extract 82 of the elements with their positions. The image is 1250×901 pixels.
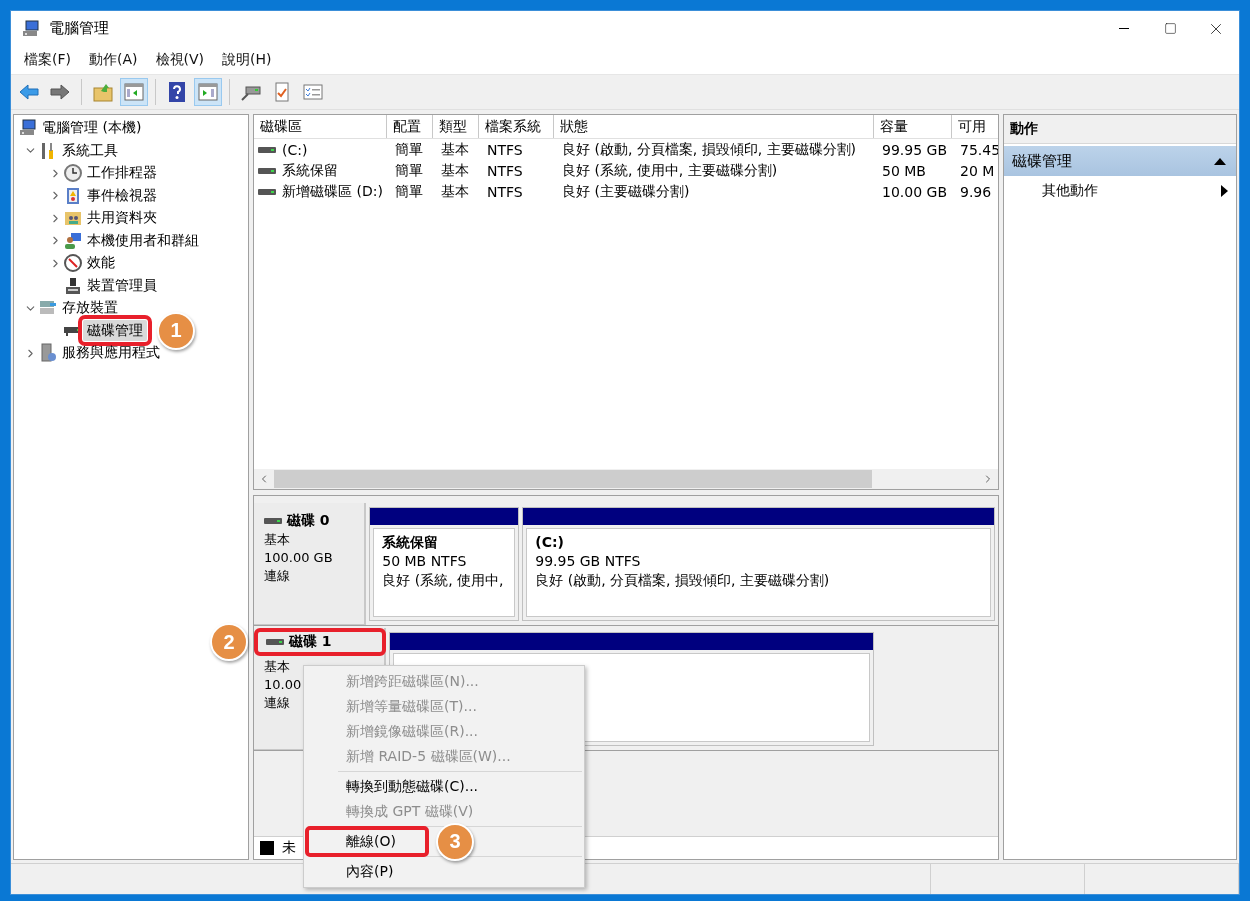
horizontal-scrollbar[interactable] [254,469,998,489]
step-badge: 3 [436,822,474,861]
disk-card[interactable]: 磁碟 0 基本 100.00 GB 連線 [254,503,367,625]
action-pane-icon [197,81,219,103]
partition-name: 系統保留 [382,533,439,552]
help-icon [166,81,188,103]
maximize-icon [1163,22,1177,35]
tree-item[interactable]: 事件檢視器 [83,185,161,207]
tree-item[interactable]: 共用資料夾 [83,207,161,229]
disk-status: 連線 [263,567,290,585]
table-cell: 簡單 [395,140,423,159]
actions-title: 動作 [1004,115,1236,144]
table-cell: 20 M [960,162,995,179]
partition-block[interactable]: (C:) 99.95 GB NTFS 良好 (啟動, 分頁檔案, 損毀傾印, 主要磁碟分割) [522,507,995,621]
partition-status: 良好 (系統, 使用中, [382,571,504,590]
users-icon [63,230,83,251]
table-cell: (C:) [282,141,308,158]
tree-item[interactable]: 存放裝置 [58,297,122,319]
actions-section[interactable]: 磁碟管理 [1004,146,1236,176]
menu-item[interactable]: 檔案(F) [15,51,80,69]
clock-icon [63,163,83,184]
minimize-icon [1119,28,1129,29]
submenu-arrow-icon [1221,185,1228,197]
drive-icon [266,638,284,646]
tree-pane-icon [123,81,145,103]
disk-name: 磁碟 0 [254,511,330,531]
table-cell: 基本 [441,140,469,159]
section-title: 磁碟管理 [1012,151,1072,171]
computer-icon [21,18,41,39]
table-cell: 9.96 [960,183,992,200]
device-icon [63,275,83,296]
window-title: 電腦管理 [49,19,110,38]
tree-item[interactable]: 效能 [83,252,119,274]
table-cell: 良好 (啟動, 分頁檔案, 損毀傾印, 主要磁碟分割) [562,140,857,159]
partition-size: 99.95 GB NTFS [535,552,641,571]
drive-icon [258,145,276,154]
checklist-icon [302,81,324,103]
table-cell: 簡單 [395,161,423,180]
table-cell: NTFS [487,162,523,179]
tree-item[interactable]: 電腦管理 (本機) [38,117,146,139]
table-cell: 良好 (系統, 使用中, 主要磁碟分割) [562,161,778,180]
disk-type: 基本 [263,658,290,676]
drive-icon [264,517,282,525]
table-cell: 簡單 [395,182,423,201]
menu-item[interactable]: 內容(P) [304,859,584,884]
disk-type: 基本 [263,531,290,549]
partition-block[interactable]: 系統保留 50 MB NTFS 良好 (系統, 使用中, [369,507,520,621]
action-label: 其他動作 [1042,182,1098,200]
table-cell: 50 MB [882,162,926,179]
table-cell: 基本 [441,182,469,201]
disk-size: 10.00 [263,676,302,694]
table-cell: 10.00 GB [882,183,947,200]
drive-icon [258,187,276,196]
table-cell: 良好 (主要磁碟分割) [562,182,690,201]
partition-status: 良好 (啟動, 分頁檔案, 損毀傾印, 主要磁碟分割) [535,571,830,590]
tree-item[interactable]: 系統工具 [58,140,122,162]
disk-size: 100.00 GB [263,549,333,567]
menu-item[interactable]: 轉換到動態磁碟(C)... [304,774,584,799]
menu-item[interactable]: 檢視(V) [146,51,213,69]
tree-item[interactable]: 本機使用者和群組 [83,230,203,252]
table-cell: 99.95 GB [882,141,947,158]
table-cell: 75.45 [960,141,998,158]
table-cell: NTFS [487,183,523,200]
table-cell: NTFS [487,141,523,158]
partition-size: 50 MB NTFS [382,552,467,571]
menu-item[interactable]: 動作(A) [80,51,147,69]
table-cell: 基本 [441,161,469,180]
table-cell: 新增磁碟區 (D:) [282,182,383,201]
gauge-icon [63,253,83,274]
table-cell: 系統保留 [282,161,338,180]
disk-status: 連線 [263,694,290,712]
back-arrow-icon [18,81,40,103]
tree-item[interactable]: 工作排程器 [83,162,161,184]
drive-icon [258,166,276,175]
server-icon [38,343,58,364]
action-item[interactable]: 其他動作 [1004,176,1236,206]
scroll-thumb[interactable] [274,470,872,488]
forward-arrow-icon [49,81,71,103]
partition-name: (C:) [535,533,564,552]
tree-item[interactable]: 裝置管理員 [83,275,161,297]
legend-label: 未 [282,839,296,857]
menu-item[interactable]: 說明(H) [213,51,281,69]
